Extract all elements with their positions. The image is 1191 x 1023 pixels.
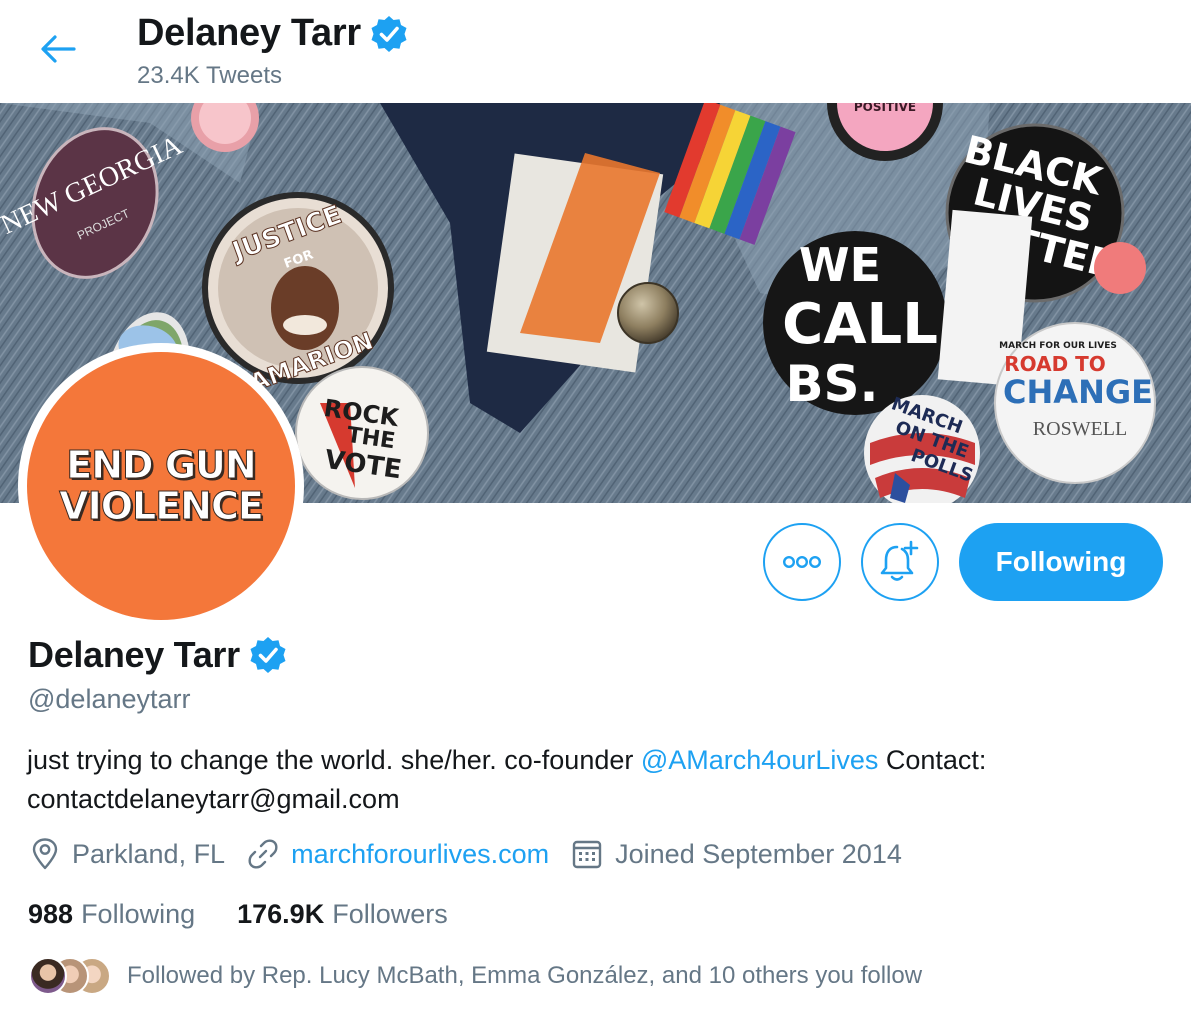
pin-bs-text: BS. [785,355,878,413]
pin-roswell-text: ROSWELL [1033,418,1127,440]
header-name: Delaney Tarr [137,12,361,54]
pin-we-text: WE [799,238,881,292]
avatar-text-line2: VIOLENCE [59,484,265,528]
profile-avatar[interactable]: END GUN VIOLENCE [18,343,304,629]
following-button[interactable]: Following [959,523,1163,601]
profile-header: Delaney Tarr 23.4K Tweets [0,0,1191,103]
bio-mention-link[interactable]: @AMarch4ourLives [641,745,879,775]
location-text: Parkland, FL [72,838,226,869]
followers-count: 176.9K [237,899,325,929]
followers-label: Followers [332,899,448,929]
header-title: Delaney Tarr [137,12,409,55]
more-button[interactable] [763,523,841,601]
followed-by-avatars [29,957,111,995]
location-pin-icon [32,838,58,870]
joined-text: Joined September 2014 [615,838,902,869]
verified-badge-icon [250,637,286,673]
profile-meta: Parkland, FL marchforourlives.com Joined… [30,838,924,870]
website-link[interactable]: marchforourlives.com [291,839,549,870]
pin-march-for-our-lives-text: MARCH FOR OUR LIVES [999,341,1117,351]
pin-positive-text: POSITIVE [854,103,916,114]
calendar-icon [572,840,602,869]
website-item[interactable]: marchforourlives.com [247,838,549,870]
joined-item: Joined September 2014 [571,838,902,870]
profile-bio: just trying to change the world. she/her… [27,741,1157,819]
back-arrow-icon [41,35,76,63]
more-icon [782,555,822,569]
followed-by-row[interactable]: Followed by Rep. Lucy McBath, Emma Gonzá… [29,957,922,995]
avatar-text-line1: END GUN [66,443,257,487]
tweet-count: 23.4K Tweets [137,62,282,89]
profile-name: Delaney Tarr [28,634,240,675]
location-item: Parkland, FL [30,838,225,870]
followers-stat[interactable]: 176.9K Followers [237,899,448,930]
profile-name-row: Delaney Tarr [28,634,288,676]
bio-text-prefix: just trying to change the world. she/her… [27,745,641,775]
following-stat[interactable]: 988 Following [28,899,195,930]
pin-change-text: CHANGE [1003,373,1153,411]
following-label: Following [81,899,196,929]
link-icon [248,839,278,869]
following-count: 988 [28,899,74,929]
profile-stats: 988 Following 176.9K Followers [28,899,490,930]
avatar [29,957,67,995]
verified-badge-icon [371,15,407,52]
back-button[interactable] [30,26,86,72]
notifications-button[interactable] [861,523,939,601]
avatar-image: END GUN VIOLENCE [27,352,295,620]
notification-bell-plus-icon [880,540,919,581]
pin-call-text: CALL [782,292,938,357]
followed-by-text: Followed by Rep. Lucy McBath, Emma Gonzá… [127,962,923,989]
profile-handle: @delaneytarr [28,684,191,714]
